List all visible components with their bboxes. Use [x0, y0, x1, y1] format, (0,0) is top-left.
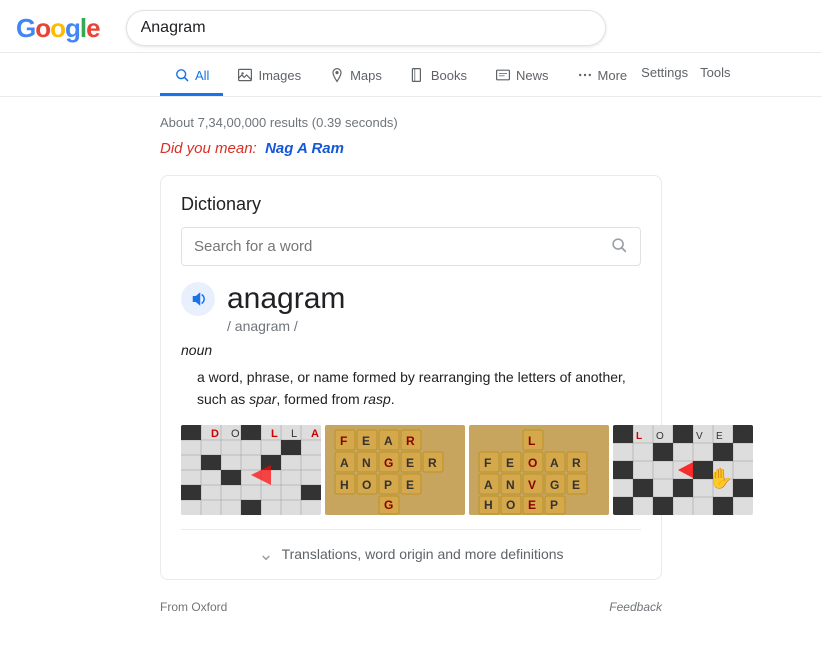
maps-icon	[329, 67, 345, 83]
svg-text:E: E	[716, 431, 723, 442]
svg-text:O: O	[506, 498, 515, 512]
svg-text:G: G	[384, 498, 393, 512]
svg-text:R: R	[572, 456, 581, 470]
settings-link[interactable]: Settings	[641, 65, 688, 80]
svg-text:V: V	[528, 478, 536, 492]
svg-text:D: D	[211, 428, 219, 440]
svg-text:L: L	[271, 428, 278, 440]
word-section: anagram	[181, 282, 641, 316]
example2: rasp	[364, 391, 391, 407]
tab-books[interactable]: Books	[396, 57, 481, 96]
svg-text:✋: ✋	[708, 466, 733, 490]
tab-images-label: Images	[258, 68, 301, 83]
search-box	[126, 10, 606, 46]
search-icons	[581, 20, 591, 36]
images-row: D O L L A F	[181, 425, 641, 515]
chevron-down-icon: ⌄	[258, 544, 273, 565]
from-oxford-row: From Oxford Feedback	[160, 592, 662, 626]
svg-text:F: F	[484, 456, 491, 470]
dictionary-search-icon[interactable]	[610, 236, 628, 257]
from-oxford-label: From Oxford	[160, 600, 227, 614]
svg-text:O: O	[528, 456, 537, 470]
crossword-image-4[interactable]: L O V E ✋	[613, 425, 753, 515]
svg-text:H: H	[484, 498, 493, 512]
svg-text:O: O	[231, 428, 240, 440]
svg-text:N: N	[506, 478, 515, 492]
word-heading: anagram	[227, 282, 345, 316]
nav-tabs: All Images Maps Books News	[0, 53, 822, 97]
svg-text:H: H	[340, 478, 349, 492]
tools-link[interactable]: Tools	[700, 65, 730, 80]
definition: a word, phrase, or name formed by rearra…	[181, 366, 641, 411]
tab-more[interactable]: More	[563, 57, 642, 96]
search-input[interactable]	[141, 19, 581, 37]
google-logo: Google	[16, 13, 100, 44]
did-you-mean: Did you mean: Nag A Ram	[160, 134, 662, 167]
tab-books-label: Books	[431, 68, 467, 83]
more-dots-icon	[577, 67, 593, 83]
svg-text:A: A	[484, 478, 493, 492]
svg-text:E: E	[362, 434, 370, 448]
all-search-icon	[174, 67, 190, 83]
tab-all-label: All	[195, 68, 209, 83]
dictionary-search-box	[181, 227, 641, 266]
svg-text:A: A	[340, 456, 349, 470]
tab-images[interactable]: Images	[223, 57, 315, 96]
svg-text:O: O	[656, 431, 664, 442]
svg-text:E: E	[506, 456, 514, 470]
news-icon	[495, 67, 511, 83]
content-area: About 7,34,00,000 results (0.39 seconds)…	[0, 97, 822, 626]
svg-text:G: G	[550, 478, 559, 492]
svg-text:V: V	[696, 431, 703, 442]
svg-text:E: E	[406, 456, 414, 470]
books-icon	[410, 67, 426, 83]
tab-news[interactable]: News	[481, 57, 563, 96]
did-you-mean-label: Did you mean:	[160, 140, 257, 157]
svg-text:A: A	[550, 456, 559, 470]
svg-text:R: R	[406, 434, 415, 448]
svg-text:N: N	[362, 456, 371, 470]
crossword-image-1[interactable]: D O L L A	[181, 425, 321, 515]
definition-mid: , formed from	[276, 391, 363, 407]
svg-text:E: E	[406, 478, 414, 492]
svg-text:L: L	[291, 428, 297, 440]
top-bar: Google	[0, 0, 822, 53]
tab-maps-label: Maps	[350, 68, 382, 83]
audio-icon	[189, 290, 207, 308]
svg-text:G: G	[384, 456, 393, 470]
results-count: About 7,34,00,000 results (0.39 seconds)	[160, 105, 662, 134]
example1: spar	[249, 391, 276, 407]
svg-text:O: O	[362, 478, 371, 492]
dictionary-search-input[interactable]	[194, 238, 610, 255]
definition-end: .	[391, 391, 395, 407]
svg-text:L: L	[528, 434, 535, 448]
did-you-mean-suggestion[interactable]: Nag A Ram	[265, 140, 344, 157]
svg-text:A: A	[384, 434, 393, 448]
svg-text:R: R	[428, 456, 437, 470]
svg-text:P: P	[550, 498, 558, 512]
svg-text:P: P	[384, 478, 392, 492]
feedback-link[interactable]: Feedback	[609, 600, 662, 614]
part-of-speech: noun	[181, 342, 641, 358]
tab-more-label: More	[598, 68, 628, 83]
translations-label: Translations, word origin and more defin…	[282, 546, 564, 562]
settings-area: Settings Tools	[641, 65, 730, 88]
svg-text:A: A	[311, 428, 319, 440]
audio-button[interactable]	[181, 282, 215, 316]
svg-text:F: F	[340, 434, 347, 448]
images-icon	[237, 67, 253, 83]
svg-text:L: L	[636, 431, 642, 442]
dictionary-card: Dictionary anagram / anagram /	[160, 175, 662, 580]
crossword-image-3[interactable]: L F E O A R A N V	[469, 425, 609, 515]
translations-bar[interactable]: ⌄ Translations, word origin and more def…	[181, 529, 641, 579]
tab-maps[interactable]: Maps	[315, 57, 396, 96]
svg-text:E: E	[528, 498, 536, 512]
svg-text:E: E	[572, 478, 580, 492]
dictionary-title: Dictionary	[181, 194, 641, 215]
tab-all[interactable]: All	[160, 57, 223, 96]
tab-news-label: News	[516, 68, 549, 83]
crossword-image-2[interactable]: F E A R A N G	[325, 425, 465, 515]
phonetic: / anagram /	[181, 318, 641, 334]
